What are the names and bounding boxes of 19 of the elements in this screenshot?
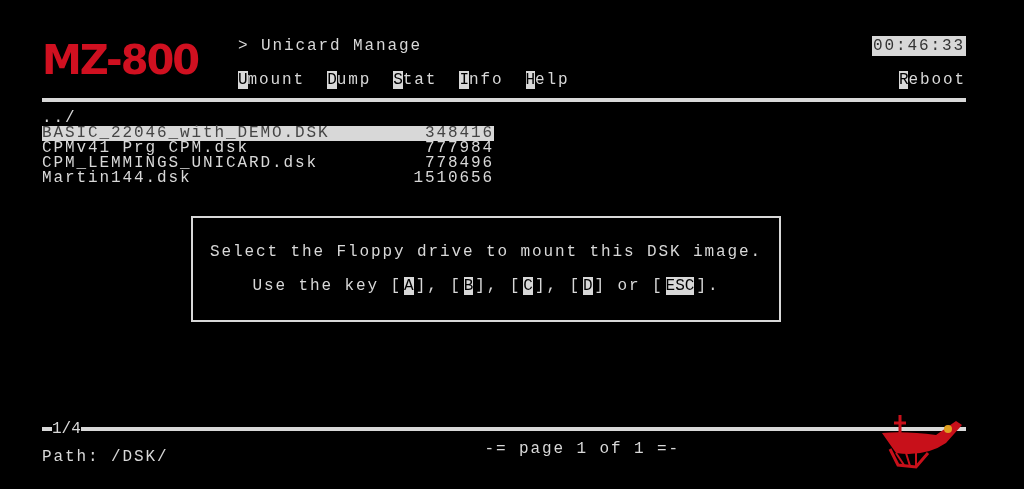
clock: 00:46:33 [872,36,966,56]
file-row[interactable]: BASIC_22046_with_DEMO.DSK 348416 [42,126,494,141]
menu-item[interactable]: Umount [238,70,306,90]
item-counter: 1/4 [52,419,81,439]
app-title: > Unicard Manage [238,36,424,56]
parent-directory[interactable]: ../ [42,111,77,126]
dialog-instruction: Use the key [A], [B], [C], [D] or [ESC]. [252,276,720,296]
path-label: Path: /DSK/ [42,447,169,467]
menu-item[interactable]: Info [459,70,504,90]
logo: MZ-800 [42,36,200,85]
file-row[interactable]: CPMv41 Prg CPM.dsk 777984 [42,141,494,156]
reboot-menu-item[interactable]: Reboot [898,70,966,90]
file-row[interactable]: CPM_LEMMINGS_UNICARD.dsk 778496 [42,156,494,171]
file-row[interactable]: Martin144.dsk 1510656 [42,171,494,186]
menu-item[interactable]: Stat [393,70,438,90]
page-indicator: -= page 1 of 1 =- [484,439,681,459]
dialog-message: Select the Floppy drive to mount this DSK image. [209,242,763,262]
menu-item[interactable]: Dump [327,70,372,90]
menu-item[interactable]: Help [525,70,570,90]
